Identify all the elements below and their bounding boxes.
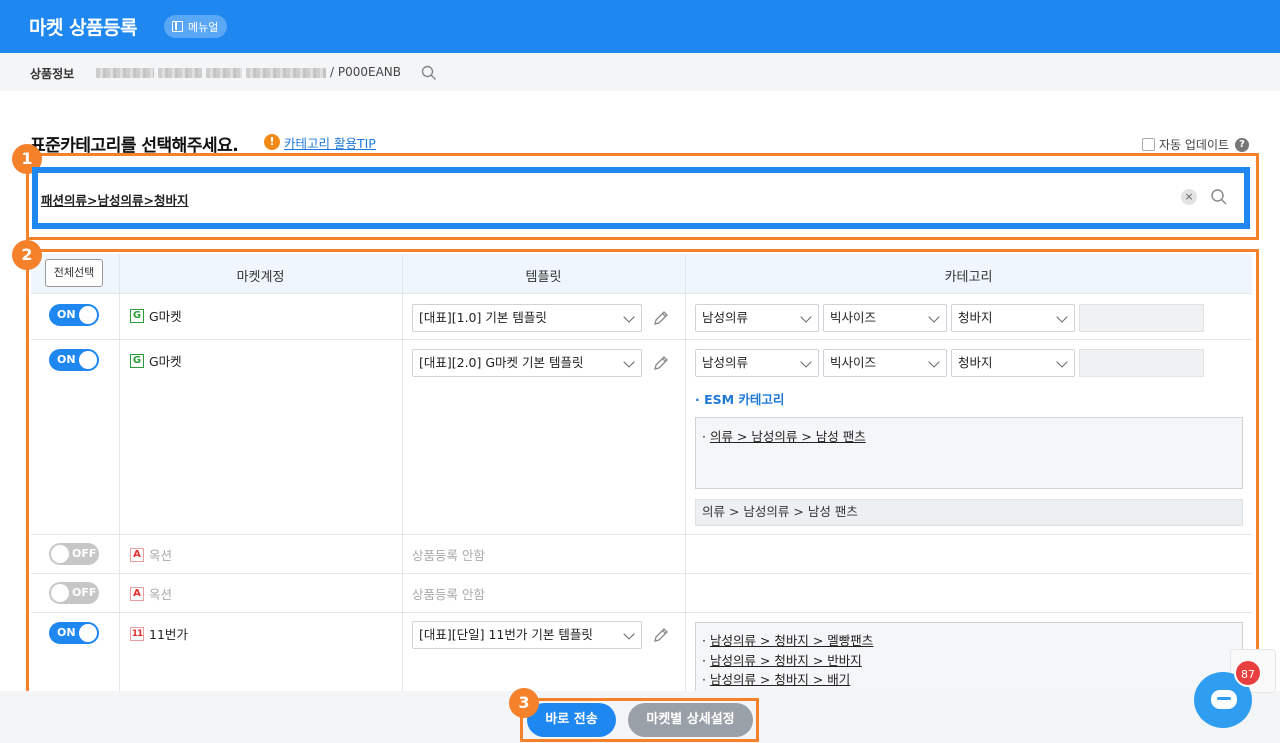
blurred-text <box>158 68 202 78</box>
product-info-label: 상품정보 <box>30 67 75 81</box>
help-icon[interactable]: ? <box>1235 137 1250 152</box>
chat-button[interactable]: 87 <box>1194 659 1262 728</box>
chat-unread-count: 87 <box>1234 659 1262 687</box>
top-bar: 마켓 상품등록 메뉴얼 <box>0 0 1280 53</box>
manual-button[interactable]: 메뉴얼 <box>164 15 228 38</box>
callout-box-2 <box>26 249 1259 695</box>
clear-icon[interactable]: × <box>1181 189 1197 205</box>
page-title: 마켓 상품등록 <box>29 17 138 39</box>
product-code: / P000EANB <box>330 65 401 79</box>
blurred-text <box>96 68 154 78</box>
product-info-bar: 상품정보 / P000EANB <box>0 53 1280 91</box>
search-icon[interactable] <box>1210 188 1228 206</box>
category-tip-link[interactable]: 카테고리 활용TIP <box>284 133 376 152</box>
callout-badge-3: 3 <box>509 688 539 718</box>
auto-update-checkbox[interactable] <box>1142 138 1155 151</box>
search-icon[interactable] <box>421 65 437 81</box>
category-input-value: 패션의류>남성의류>청바지 <box>41 193 189 208</box>
category-search-input[interactable]: 패션의류>남성의류>청바지 × <box>32 167 1250 229</box>
auto-update-label: 자동 업데이트 <box>1159 138 1230 152</box>
blurred-text <box>246 68 326 78</box>
callout-badge-2: 2 <box>12 240 42 270</box>
manual-label: 메뉴얼 <box>188 20 219 34</box>
blurred-text <box>206 68 242 78</box>
chat-icon <box>1211 690 1237 709</box>
auto-update[interactable]: 자동 업데이트 ? <box>1142 136 1250 153</box>
book-icon <box>172 21 183 32</box>
warning-icon: ! <box>264 134 280 150</box>
callout-box-3 <box>520 698 759 742</box>
